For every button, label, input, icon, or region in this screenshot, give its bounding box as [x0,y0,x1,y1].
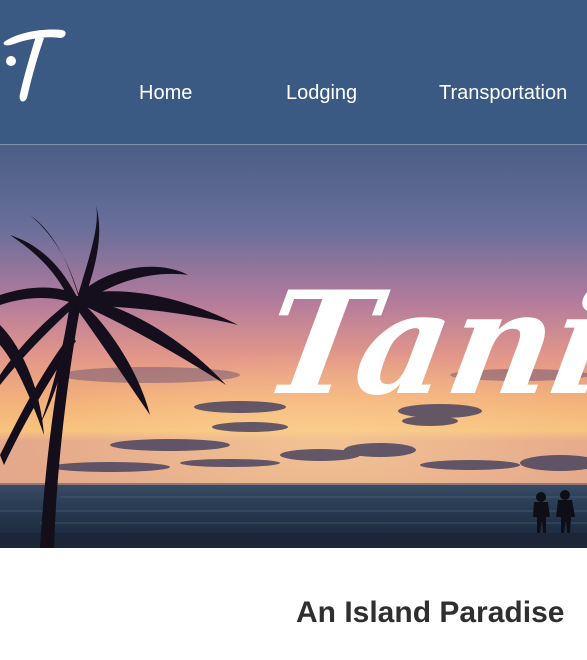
nav-home[interactable]: Home [139,80,192,106]
nav-lodging[interactable]: Lodging [286,80,357,106]
nav-transportation[interactable]: Transportation [439,80,567,106]
site-logo[interactable] [0,14,74,110]
hero-banner: Tani [0,145,587,548]
page-heading: An Island Paradise [296,596,565,629]
sunset-beach-image: Tani [0,145,587,548]
site-header: Home Lodging Transportation [0,0,587,145]
hero-title: Tani [252,260,587,427]
section-heading: An Island Paradise [0,594,587,634]
